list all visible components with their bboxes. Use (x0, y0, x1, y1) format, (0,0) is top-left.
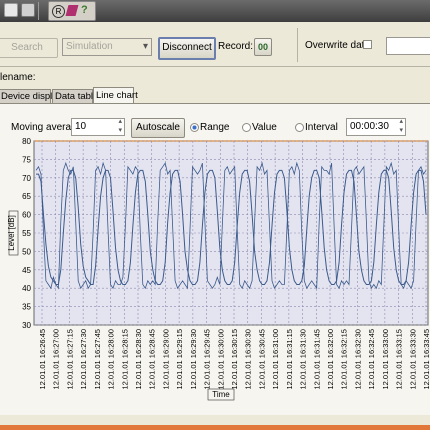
x-tick-label: 12.01.01 16:30:45 (257, 329, 266, 389)
y-tick-label: 55 (22, 229, 31, 238)
y-tick-label: 75 (22, 155, 31, 164)
x-axis-label: Time (212, 390, 230, 399)
chevron-down-icon: ▾ (142, 41, 148, 52)
tab-line-chart[interactable]: Line chart (93, 87, 138, 104)
window-icon[interactable] (4, 3, 18, 17)
x-tick-label: 12.01.01 16:31:00 (271, 329, 280, 389)
x-tick-label: 12.01.01 16:33:45 (422, 329, 430, 389)
value-radio[interactable] (242, 123, 251, 132)
record-label: Record: (218, 41, 254, 52)
search-button[interactable]: Search (0, 38, 58, 58)
x-tick-label: 12.01.01 16:29:00 (161, 329, 170, 389)
y-tick-label: 80 (22, 137, 31, 146)
range-radio[interactable] (190, 123, 199, 132)
tab-device-display[interactable]: Device display (0, 89, 62, 103)
x-tick-label: 12.01.01 16:30:00 (216, 329, 225, 389)
x-tick-label: 12.01.01 16:29:30 (189, 329, 198, 389)
x-tick-label: 12.01.01 16:33:15 (395, 329, 404, 389)
x-tick-label: 12.01.01 16:29:15 (175, 329, 184, 389)
x-tick-label: 12.01.01 16:32:45 (367, 329, 376, 389)
x-tick-label: 12.01.01 16:28:45 (148, 329, 157, 389)
y-tick-label: 60 (22, 211, 31, 220)
toolbar-separator (38, 2, 39, 20)
x-tick-label: 12.01.01 16:30:30 (244, 329, 253, 389)
toolbar-group: R ? (48, 1, 96, 21)
x-tick-label: 12.01.01 16:28:00 (107, 329, 116, 389)
x-tick-label: 12.01.01 16:29:45 (203, 329, 212, 389)
x-tick-label: 12.01.01 16:31:45 (312, 329, 321, 389)
x-tick-label: 12.01.01 16:27:30 (79, 329, 88, 389)
filename-label: lename: (0, 72, 36, 83)
x-tick-label: 12.01.01 16:30:15 (230, 329, 239, 389)
spinner-arrows-icon[interactable]: ▴ ▾ (118, 117, 122, 135)
interval-spinner[interactable]: 00:00:30 ▴ ▾ (346, 118, 406, 136)
source-select-value: Simulation (66, 41, 113, 52)
moving-average-value: 10 (75, 121, 87, 132)
window-footer-bar (0, 425, 430, 430)
edit-icon[interactable] (65, 5, 79, 16)
y-tick-label: 30 (22, 321, 31, 330)
x-tick-label: 12.01.01 16:33:00 (381, 329, 390, 389)
x-tick-label: 12.01.01 16:31:15 (285, 329, 294, 389)
y-tick-label: 50 (22, 247, 31, 256)
x-tick-label: 12.01.01 16:32:30 (353, 329, 362, 389)
x-tick-label: 12.01.01 16:33:30 (408, 329, 417, 389)
y-axis-label: Level [dB] (7, 215, 16, 251)
source-select[interactable]: Simulation ▾ (62, 38, 152, 56)
spinner-arrows-icon[interactable]: ▴ ▾ (399, 117, 403, 135)
x-tick-label: 12.01.01 16:31:30 (299, 329, 308, 389)
x-tick-label: 12.01.01 16:32:15 (340, 329, 349, 389)
y-tick-label: 40 (22, 284, 31, 293)
interval-label: Interval (305, 122, 338, 133)
range-label: Range (200, 122, 230, 133)
print-icon[interactable] (21, 3, 35, 17)
interval-value: 00:00:30 (350, 121, 389, 132)
y-tick-label: 45 (22, 266, 31, 275)
value-label: Value (252, 122, 277, 133)
x-tick-label: 12.01.01 16:28:15 (120, 329, 129, 389)
x-tick-label: 12.01.01 16:27:45 (93, 329, 102, 389)
y-tick-label: 65 (22, 192, 31, 201)
overwrite-date-input[interactable] (386, 37, 430, 55)
record-button[interactable]: 00 (254, 38, 272, 56)
toolbar: R ? (0, 0, 430, 22)
line-chart: 30 35 40 45 50 55 60 65 70 75 80 12.01.01 16:26:45 1… (7, 137, 430, 401)
panel-divider (297, 28, 298, 62)
x-tick-label: 12.01.01 16:28:30 (134, 329, 143, 389)
x-tick-label: 12.01.01 16:26:45 (38, 329, 47, 389)
interval-radio[interactable] (295, 123, 304, 132)
disconnect-button[interactable]: Disconnect (158, 37, 216, 60)
x-tick-label: 12.01.01 16:27:00 (52, 329, 61, 389)
overwrite-date-checkbox[interactable] (363, 40, 372, 49)
registered-icon[interactable]: R (52, 5, 65, 18)
y-tick-label: 70 (22, 174, 31, 183)
x-tick-label: 12.01.01 16:32:00 (326, 329, 335, 389)
moving-average-spinner[interactable]: 10 ▴ ▾ (71, 118, 125, 136)
help-icon[interactable]: ? (81, 4, 91, 17)
tab-data-table[interactable]: Data table (52, 89, 98, 103)
x-tick-label: 12.01.01 16:27:15 (65, 329, 74, 389)
y-tick-label: 35 (22, 303, 31, 312)
